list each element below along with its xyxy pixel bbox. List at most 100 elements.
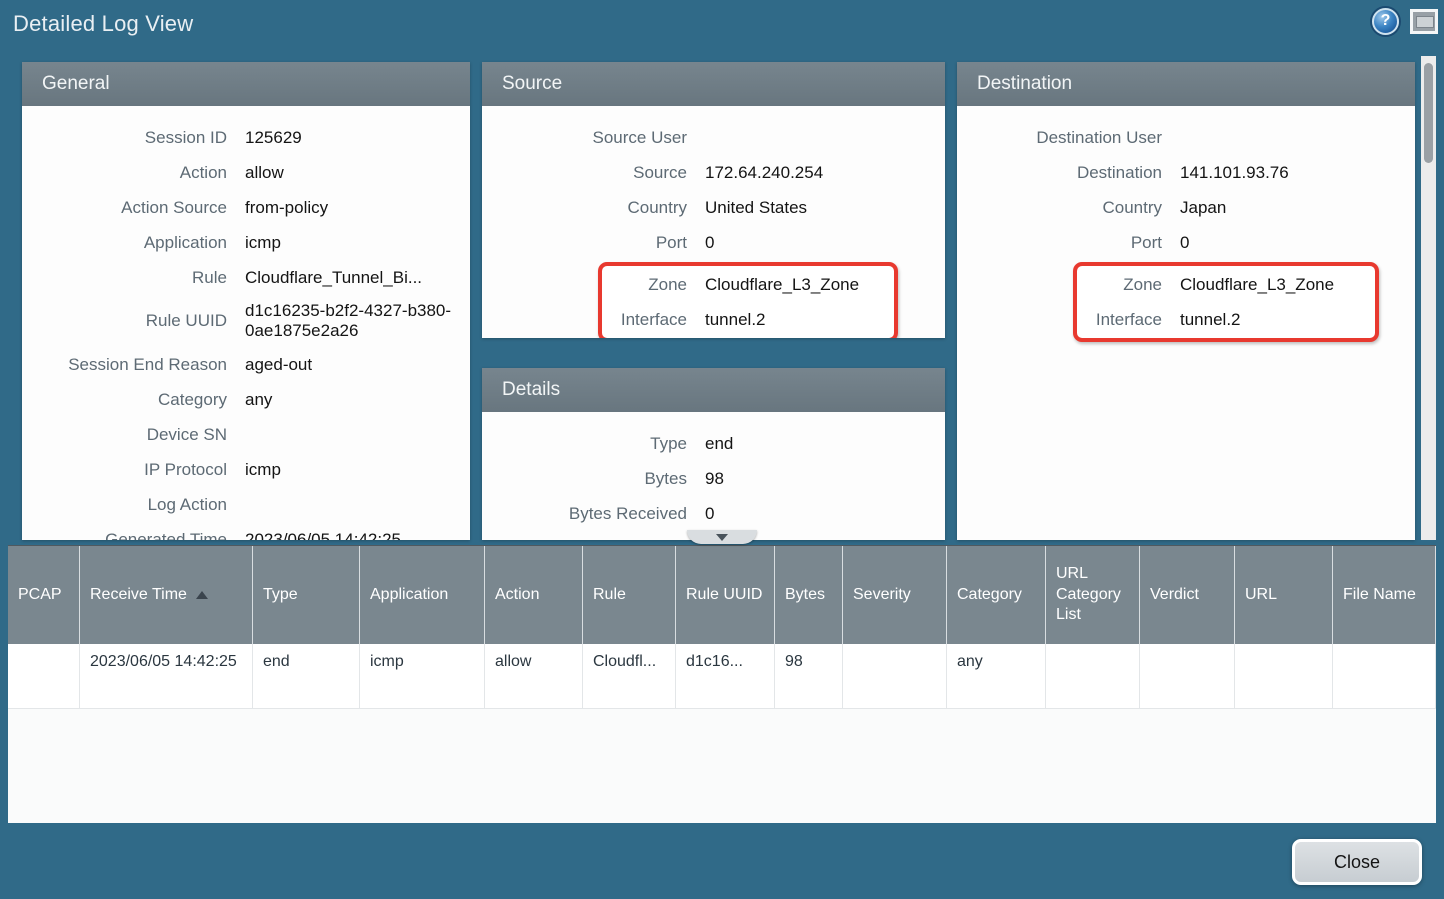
destination-panel: Destination Destination User Destination…: [957, 62, 1415, 540]
field-action: Action allow: [22, 155, 470, 190]
cell-action: allow: [485, 644, 583, 708]
field-label: Country: [957, 198, 1162, 218]
source-panel-body: Source User Source 172.64.240.254 Country…: [482, 106, 945, 338]
field-value: Cloudflare_L3_Zone: [1180, 275, 1334, 295]
source-panel-header: Source: [482, 62, 945, 106]
cell-severity: [843, 644, 947, 708]
general-panel-header: General: [22, 62, 470, 106]
field-destination-zone: Zone Cloudflare_L3_Zone: [1077, 267, 1375, 302]
collapse-handle[interactable]: [687, 530, 757, 544]
table-row[interactable]: 2023/06/05 14:42:25 end icmp allow Cloud…: [8, 644, 1436, 709]
column-header-rule[interactable]: Rule: [583, 546, 676, 644]
column-header-file-name[interactable]: File Name: [1333, 546, 1436, 644]
field-label: Source User: [482, 128, 687, 148]
column-label: PCAP: [18, 585, 62, 606]
details-panel-title: Details: [482, 379, 560, 401]
general-panel-body: Session ID125629 Actionallow Action Sour…: [22, 106, 470, 540]
field-label: Port: [957, 233, 1162, 253]
field-value: United States: [705, 198, 807, 218]
field-category: Categoryany: [22, 382, 470, 417]
field-rule-uuid: Rule UUIDd1c16235-b2f2-4327-b380-0ae1875…: [22, 295, 470, 347]
destination-panel-header: Destination: [957, 62, 1415, 106]
field-label: Country: [482, 198, 687, 218]
field-value: icmp: [245, 233, 281, 253]
column-header-severity[interactable]: Severity: [843, 546, 947, 644]
field-destination-country: Country Japan: [957, 190, 1415, 225]
field-value: 125629: [245, 128, 302, 148]
column-label: Rule UUID: [686, 585, 762, 606]
column-label: Application: [370, 585, 448, 606]
field-label: Interface: [602, 310, 687, 330]
field-value: 0: [1180, 233, 1189, 253]
cell-bytes: 98: [775, 644, 843, 708]
field-label: Bytes: [482, 469, 687, 489]
field-label: Action: [22, 163, 227, 183]
field-value: 0: [705, 233, 714, 253]
column-header-action[interactable]: Action: [485, 546, 583, 644]
field-session-end-reason: Session End Reasonaged-out: [22, 347, 470, 382]
field-label: Session End Reason: [22, 355, 227, 375]
panel-scrollbar-track[interactable]: [1421, 56, 1436, 540]
field-device-sn: Device SN: [22, 417, 470, 452]
destination-zone-highlight-box: ZoneCloudflare_L3_Zone Interfacetunnel.2: [1073, 262, 1379, 342]
field-value: from-policy: [245, 198, 328, 218]
column-label: Rule: [593, 585, 626, 606]
field-label: Source: [482, 163, 687, 183]
column-header-verdict[interactable]: Verdict: [1140, 546, 1235, 644]
column-header-type[interactable]: Type: [253, 546, 360, 644]
field-value: 98: [705, 469, 724, 489]
column-header-receive-time[interactable]: Receive Time: [80, 546, 253, 644]
column-header-bytes[interactable]: Bytes: [775, 546, 843, 644]
column-header-url-category-list[interactable]: URL Category List: [1046, 546, 1140, 644]
column-header-category[interactable]: Category: [947, 546, 1046, 644]
cell-file-name: [1333, 644, 1436, 708]
field-destination-port: Port 0: [957, 225, 1415, 260]
log-table-header: PCAP Receive Time Type Application Actio…: [8, 546, 1436, 644]
field-label: IP Protocol: [22, 460, 227, 480]
sort-ascending-icon: [196, 591, 208, 599]
column-header-rule-uuid[interactable]: Rule UUID: [676, 546, 775, 644]
column-label: Bytes: [785, 585, 825, 606]
field-label: Zone: [1077, 275, 1162, 295]
field-value: 172.64.240.254: [705, 163, 823, 183]
field-value: Japan: [1180, 198, 1226, 218]
field-rule: RuleCloudflare_Tunnel_Bi...: [22, 260, 470, 295]
cell-pcap: [8, 644, 80, 708]
cell-application: icmp: [360, 644, 485, 708]
column-header-pcap[interactable]: PCAP: [8, 546, 80, 644]
destination-panel-body: Destination User Destination141.101.93.7…: [957, 106, 1415, 342]
field-value: icmp: [245, 460, 281, 480]
source-zone-highlight-box: ZoneCloudflare_L3_Zone Interfacetunnel.2: [598, 262, 898, 338]
chevron-down-icon: [716, 534, 728, 541]
field-application: Application icmp: [22, 225, 470, 260]
field-bytes-received: Bytes Received0: [482, 496, 945, 531]
field-label: Application: [22, 233, 227, 253]
field-destination: Destination141.101.93.76: [957, 155, 1415, 190]
close-button[interactable]: Close: [1292, 839, 1422, 885]
column-header-url[interactable]: URL: [1235, 546, 1333, 644]
cell-verdict: [1140, 644, 1235, 708]
panel-scrollbar-thumb[interactable]: [1424, 63, 1433, 163]
details-panel: Details Typeend Bytes 98 Bytes Received0: [482, 368, 945, 540]
column-label: Type: [263, 585, 298, 606]
column-label: File Name: [1343, 585, 1416, 606]
page-title: Detailed Log View: [13, 11, 193, 37]
field-value: allow: [245, 163, 284, 183]
help-icon[interactable]: ?: [1372, 8, 1399, 35]
cell-category: any: [947, 644, 1046, 708]
field-session-id: Session ID125629: [22, 120, 470, 155]
window-icon[interactable]: [1410, 9, 1438, 34]
column-header-application[interactable]: Application: [360, 546, 485, 644]
column-label: URL: [1245, 585, 1277, 606]
column-label: Category: [957, 585, 1022, 606]
cell-receive-time: 2023/06/05 14:42:25: [80, 644, 253, 708]
field-label: Destination: [957, 163, 1162, 183]
field-type: Typeend: [482, 426, 945, 461]
field-label: Bytes Received: [482, 504, 687, 524]
field-label: Rule UUID: [22, 311, 227, 331]
field-value: tunnel.2: [705, 310, 766, 330]
details-panel-body: Typeend Bytes 98 Bytes Received0: [482, 412, 945, 531]
cell-url-category-list: [1046, 644, 1140, 708]
source-panel: Source Source User Source 172.64.240.254 …: [482, 62, 945, 338]
log-table: PCAP Receive Time Type Application Actio…: [8, 545, 1436, 823]
